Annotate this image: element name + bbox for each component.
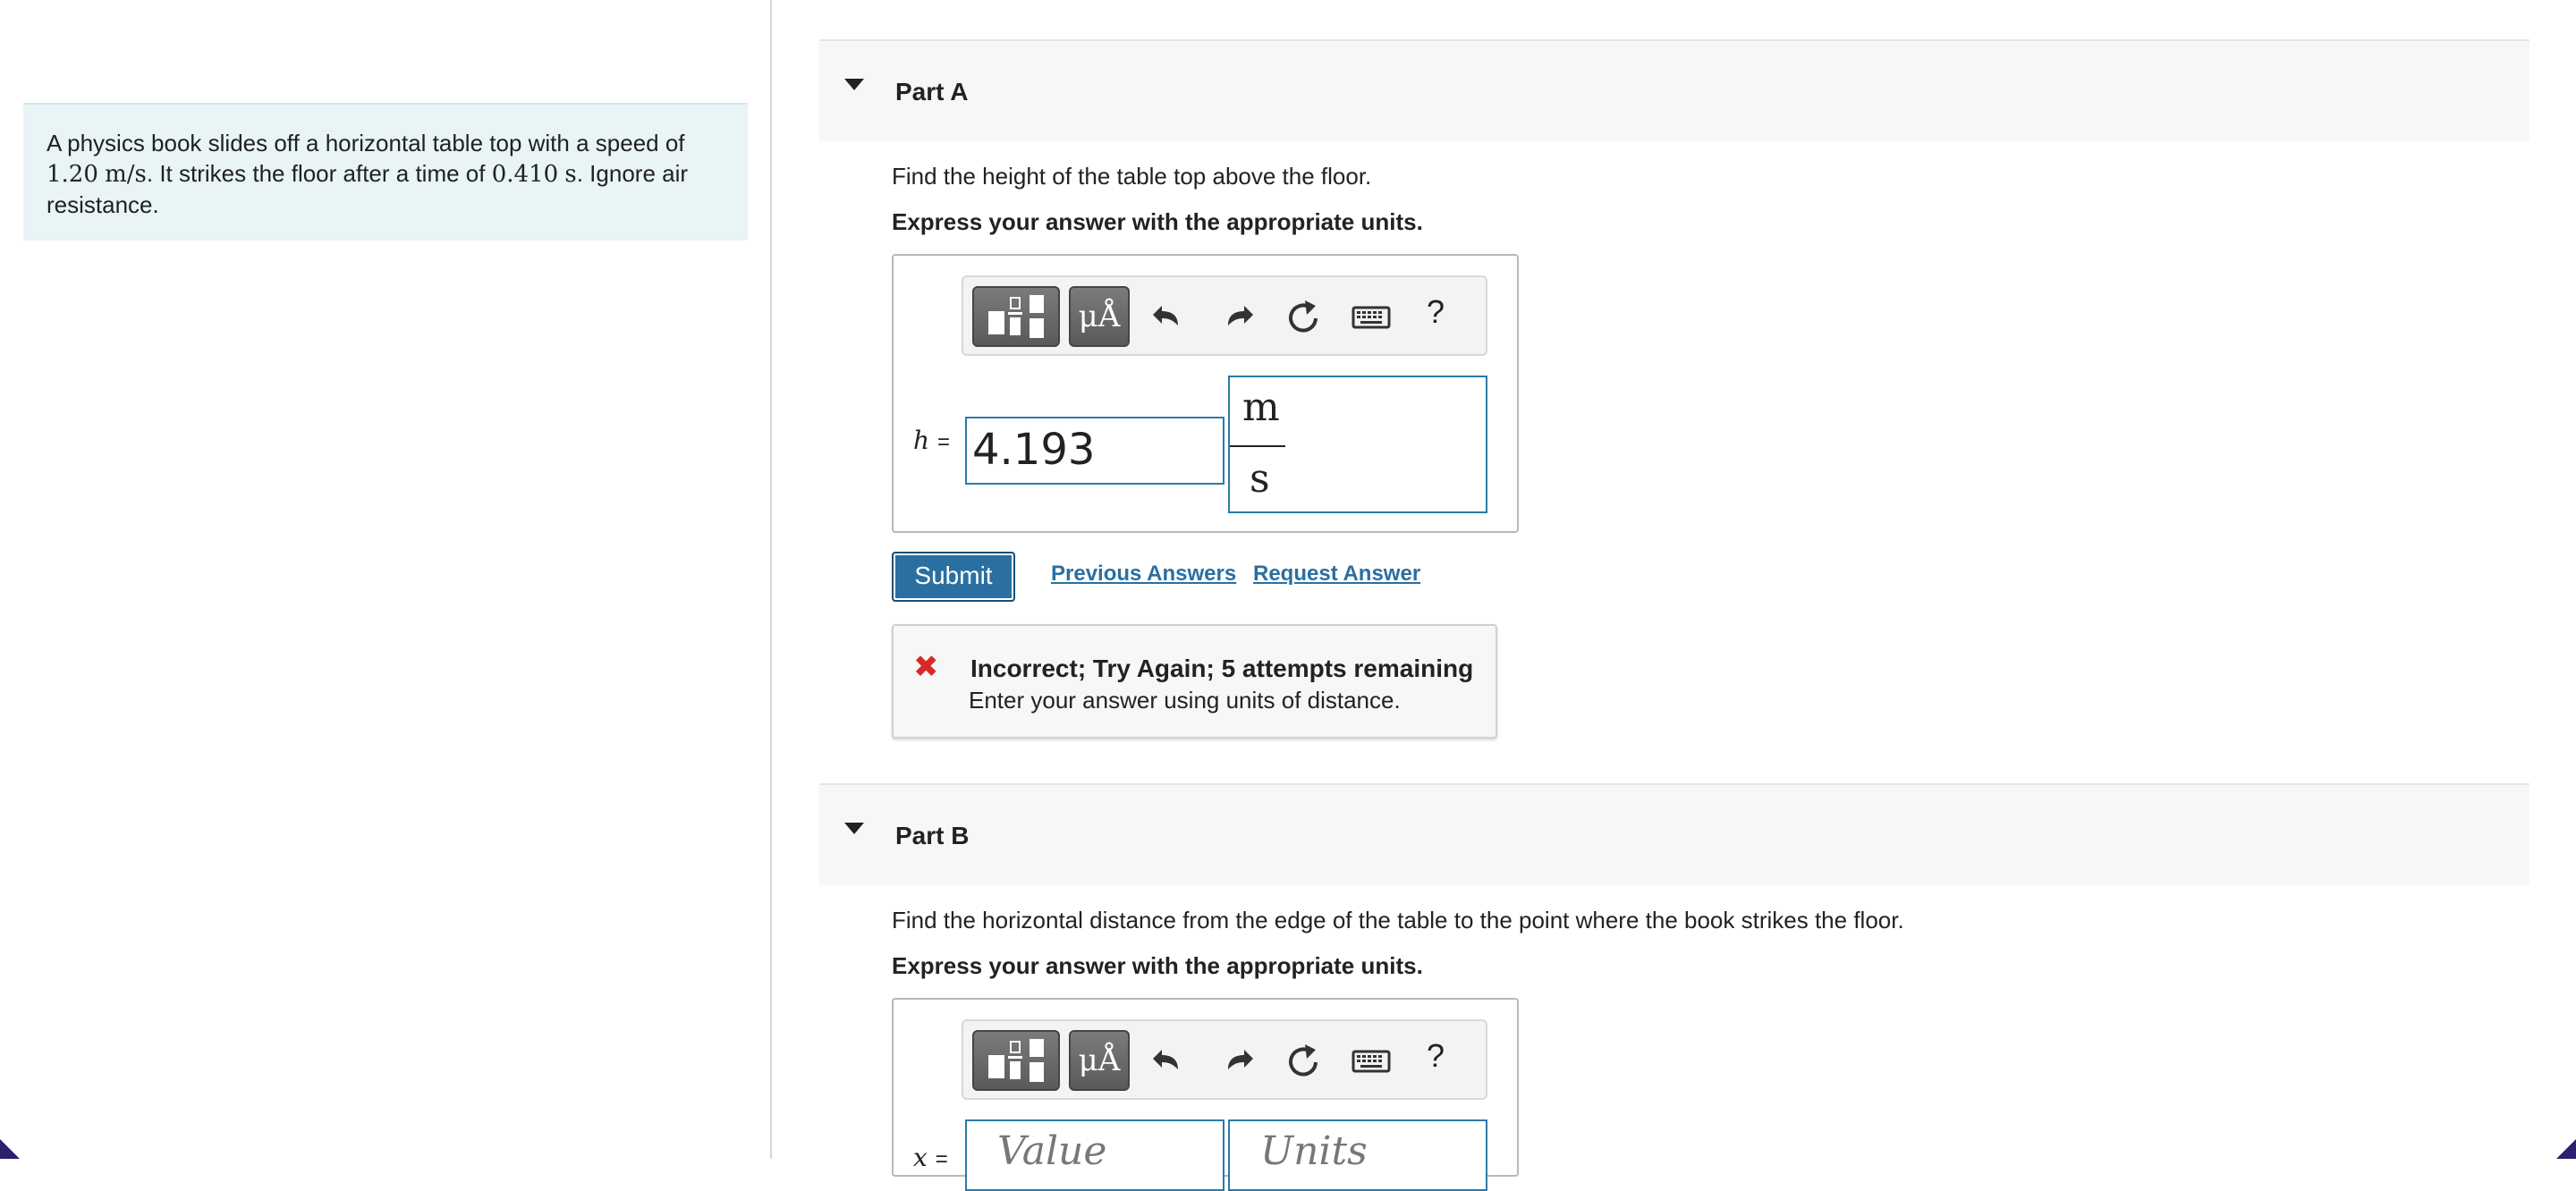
problem-text-2: . It strikes the floor after a time of bbox=[146, 160, 486, 187]
undo-icon[interactable] bbox=[1146, 1032, 1192, 1089]
problem-statement: A physics book slides off a horizontal t… bbox=[23, 103, 748, 241]
part-a-title: Part A bbox=[895, 78, 969, 106]
equals-sign: = bbox=[935, 1147, 948, 1171]
feedback-box: ✖ Incorrect; Try Again; 5 attempts remai… bbox=[892, 624, 1497, 739]
units-placeholder: Units bbox=[1260, 1128, 1368, 1174]
feedback-title: Incorrect; Try Again; 5 attempts remaini… bbox=[970, 655, 1474, 682]
part-a-value-input[interactable]: 4.193 bbox=[965, 417, 1224, 485]
templates-icon[interactable] bbox=[972, 286, 1060, 347]
help-icon[interactable]: ? bbox=[1427, 293, 1445, 331]
part-b-header[interactable]: Part B bbox=[819, 783, 2529, 885]
part-a-units-input[interactable]: m s bbox=[1228, 376, 1487, 513]
part-a-answer-box: μÅ ? h = 4.193 m s bbox=[892, 254, 1519, 533]
collapse-caret-icon[interactable] bbox=[844, 823, 864, 834]
help-icon[interactable]: ? bbox=[1427, 1037, 1445, 1075]
units-icon[interactable]: μÅ bbox=[1069, 286, 1130, 347]
part-b-variable-label: x = bbox=[913, 1143, 948, 1172]
part-a-variable-label: h = bbox=[913, 426, 950, 455]
keyboard-icon[interactable] bbox=[1348, 288, 1394, 345]
unit-denominator: s bbox=[1250, 456, 1270, 502]
incorrect-x-icon: ✖ bbox=[913, 650, 939, 684]
variable-h: h bbox=[913, 426, 930, 455]
part-b-answer-box: μÅ ? x = Value Units bbox=[892, 998, 1519, 1191]
time-value: 0.410 bbox=[491, 161, 559, 188]
undo-icon[interactable] bbox=[1146, 288, 1192, 345]
pane-divider[interactable] bbox=[770, 0, 772, 1159]
reset-icon[interactable] bbox=[1280, 288, 1326, 345]
window-corner bbox=[0, 1139, 20, 1159]
previous-answers-link[interactable]: Previous Answers bbox=[1051, 562, 1236, 587]
equals-sign: = bbox=[936, 430, 950, 454]
part-a-instruction: Express your answer with the appropriate… bbox=[892, 208, 1423, 235]
speed-unit: m/s bbox=[105, 161, 147, 188]
redo-icon[interactable] bbox=[1214, 1032, 1260, 1089]
variable-x: x bbox=[913, 1143, 928, 1172]
submit-button[interactable]: Submit bbox=[892, 552, 1015, 602]
reset-icon[interactable] bbox=[1280, 1032, 1326, 1089]
window-corner bbox=[2556, 1139, 2576, 1159]
problem-pane: A physics book slides off a horizontal t… bbox=[0, 0, 771, 1159]
fraction-bar bbox=[1230, 445, 1285, 447]
templates-icon[interactable] bbox=[972, 1030, 1060, 1091]
part-b-units-input[interactable]: Units bbox=[1228, 1119, 1487, 1191]
part-a-header[interactable]: Part A bbox=[819, 39, 2529, 141]
unit-numerator: m bbox=[1242, 384, 1280, 430]
collapse-caret-icon[interactable] bbox=[844, 79, 864, 90]
feedback-message: Enter your answer using units of distanc… bbox=[969, 687, 1401, 714]
time-unit: s bbox=[564, 161, 577, 188]
keyboard-icon[interactable] bbox=[1348, 1032, 1394, 1089]
part-b-toolbar: μÅ ? bbox=[962, 1019, 1487, 1100]
part-a-question: Find the height of the table top above t… bbox=[892, 163, 1372, 190]
part-a-toolbar: μÅ ? bbox=[962, 275, 1487, 356]
part-b-title: Part B bbox=[895, 822, 970, 849]
problem-text-1: A physics book slides off a horizontal t… bbox=[47, 130, 685, 156]
request-answer-link[interactable]: Request Answer bbox=[1253, 562, 1420, 587]
units-icon[interactable]: μÅ bbox=[1069, 1030, 1130, 1091]
value-placeholder: Value bbox=[997, 1128, 1107, 1174]
part-b-question: Find the horizontal distance from the ed… bbox=[892, 907, 1904, 933]
part-b-instruction: Express your answer with the appropriate… bbox=[892, 952, 1423, 979]
speed-value: 1.20 bbox=[47, 161, 98, 188]
redo-icon[interactable] bbox=[1214, 288, 1260, 345]
part-b-value-input[interactable]: Value bbox=[965, 1119, 1224, 1191]
